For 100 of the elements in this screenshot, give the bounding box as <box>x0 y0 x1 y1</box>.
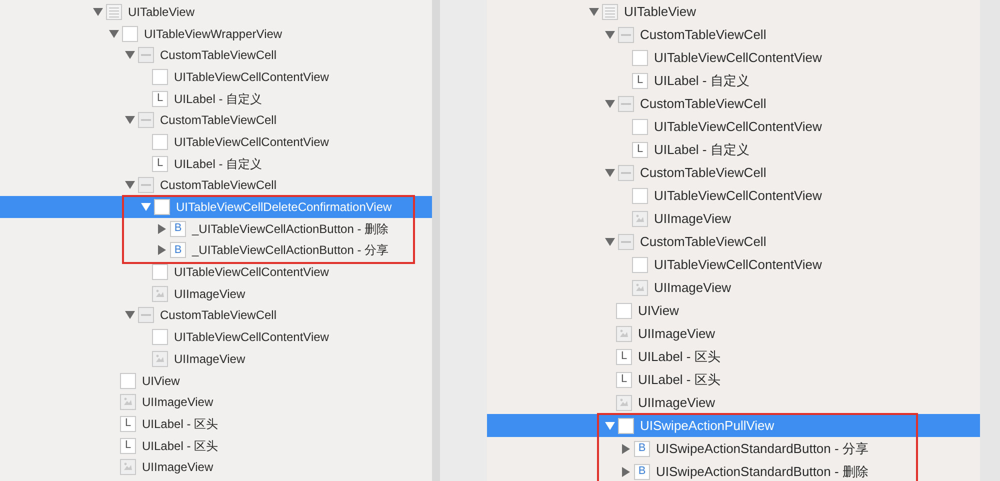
collapse-triangle-icon[interactable] <box>109 28 119 39</box>
image-icon <box>152 350 168 367</box>
tree-row[interactable]: L UILabel - 区头 <box>487 368 980 391</box>
expand-triangle-icon[interactable] <box>621 466 631 476</box>
collapse-triangle-icon[interactable] <box>605 420 615 430</box>
tree-row[interactable]: L UILabel - 区头 <box>487 345 980 368</box>
image-icon <box>120 394 136 410</box>
label-icon: L <box>152 156 168 172</box>
tree-row[interactable]: CustomTableViewCell <box>487 23 980 46</box>
button-icon: B <box>170 242 186 258</box>
table-cell-icon <box>138 112 154 128</box>
tree-row[interactable]: UITableViewCellContentView <box>487 184 980 207</box>
tree-row[interactable]: UITableViewWrapperView <box>0 22 432 44</box>
tree-row[interactable]: UIView <box>487 299 980 322</box>
label-icon: L <box>632 72 648 88</box>
tree-row[interactable]: L UILabel - 自定义 <box>0 152 432 174</box>
table-cell-icon <box>138 307 154 324</box>
view-icon <box>632 50 648 66</box>
label-icon: L <box>616 372 632 388</box>
tree-row[interactable]: UITableViewCellContentView <box>487 253 980 276</box>
view-icon <box>632 188 648 204</box>
collapse-triangle-icon[interactable] <box>605 236 615 246</box>
table-cell-icon <box>138 177 154 194</box>
tree-row[interactable]: L UILabel - 区头 <box>0 434 432 456</box>
collapse-triangle-icon[interactable] <box>93 6 103 17</box>
collapse-triangle-icon[interactable] <box>125 180 135 190</box>
image-icon <box>632 280 648 296</box>
image-icon <box>616 394 632 410</box>
tree-row[interactable]: UITableViewCellContentView <box>487 115 980 138</box>
view-icon <box>120 372 136 389</box>
tree-row[interactable]: UIImageView <box>487 276 980 299</box>
tree-row[interactable]: B _UITableViewCellActionButton - 分享 <box>0 240 432 262</box>
label-icon: L <box>120 416 136 432</box>
collapse-triangle-icon[interactable] <box>125 50 135 60</box>
tree-row[interactable]: UIImageView <box>0 282 432 305</box>
tree-row[interactable]: UITableViewCellContentView <box>0 131 432 153</box>
tree-row[interactable]: L UILabel - 自定义 <box>0 88 432 110</box>
view-icon <box>632 256 648 272</box>
tree-row[interactable]: UITableView <box>487 0 980 23</box>
expand-triangle-icon[interactable] <box>157 224 167 234</box>
label-icon: L <box>152 90 168 107</box>
table-icon <box>106 4 122 20</box>
table-cell-icon <box>138 47 154 64</box>
tree-row[interactable]: UITableViewCellContentView <box>0 261 432 283</box>
tree-row[interactable]: CustomTableViewCell <box>487 230 980 253</box>
tree-row[interactable]: CustomTableViewCell <box>487 161 980 184</box>
table-cell-icon <box>618 96 634 112</box>
table-cell-icon <box>618 234 634 250</box>
expand-triangle-icon[interactable] <box>157 245 167 256</box>
tree-row[interactable]: CustomTableViewCell <box>0 109 432 132</box>
view-icon <box>618 418 634 434</box>
view-icon <box>154 199 170 216</box>
table-cell-icon <box>618 164 634 180</box>
label-icon: L <box>120 438 136 454</box>
tree-row[interactable]: L UILabel - 自定义 <box>487 69 980 92</box>
view-icon <box>152 329 168 346</box>
image-icon <box>616 326 632 342</box>
tree-row[interactable]: UIImageView <box>487 322 980 345</box>
tree-row[interactable]: B UISwipeActionStandardButton - 删除 <box>487 460 980 481</box>
tree-row[interactable]: CustomTableViewCell <box>0 304 432 326</box>
tree-row[interactable]: UIView <box>0 370 432 392</box>
view-icon <box>152 264 168 280</box>
image-icon <box>632 210 648 226</box>
tree-row[interactable]: UITableView <box>0 1 432 23</box>
collapse-triangle-icon[interactable] <box>125 115 135 126</box>
view-icon <box>122 26 138 42</box>
expand-triangle-icon[interactable] <box>621 444 631 454</box>
button-icon: B <box>170 220 186 237</box>
tree-row[interactable]: UIImageView <box>487 391 980 414</box>
tree-row[interactable]: UITableViewCellContentView <box>0 326 432 348</box>
tree-row[interactable]: L UILabel - 区头 <box>0 413 432 435</box>
button-icon: B <box>634 464 650 480</box>
tree-row[interactable]: UIImageView <box>0 391 432 414</box>
collapse-triangle-icon[interactable] <box>589 6 599 16</box>
tree-row[interactable]: B UISwipeActionStandardButton - 分享 <box>487 437 980 460</box>
tree-row[interactable]: L UILabel - 自定义 <box>487 138 980 161</box>
tree-row[interactable]: UITableViewCellContentView <box>487 46 980 69</box>
table-cell-icon <box>618 26 634 42</box>
view-icon <box>616 302 632 318</box>
collapse-triangle-icon[interactable] <box>605 30 615 40</box>
image-icon <box>152 286 168 302</box>
tree-row[interactable]: UIImageView <box>487 207 980 230</box>
label-icon: L <box>632 142 648 158</box>
button-icon: B <box>634 440 650 456</box>
collapse-triangle-icon[interactable] <box>605 168 615 178</box>
tree-row[interactable]: CustomTableViewCell <box>0 174 432 196</box>
tree-row[interactable]: CustomTableViewCell <box>487 92 980 115</box>
collapse-triangle-icon[interactable] <box>605 98 615 108</box>
tree-row[interactable]: B _UITableViewCellActionButton - 删除 <box>0 218 432 240</box>
collapse-triangle-icon[interactable] <box>141 202 151 212</box>
label-icon: L <box>616 348 632 364</box>
tree-row[interactable]: UIImageView <box>0 456 432 478</box>
tree-row[interactable]: CustomTableViewCell <box>0 44 432 66</box>
collapse-triangle-icon[interactable] <box>125 310 135 320</box>
table-icon <box>602 4 618 20</box>
tree-row[interactable]: UIImageView <box>0 348 432 370</box>
tree-row[interactable]: UITableViewCellContentView <box>0 66 432 88</box>
view-icon <box>152 68 168 85</box>
view-icon <box>632 118 648 134</box>
view-icon <box>152 134 168 150</box>
